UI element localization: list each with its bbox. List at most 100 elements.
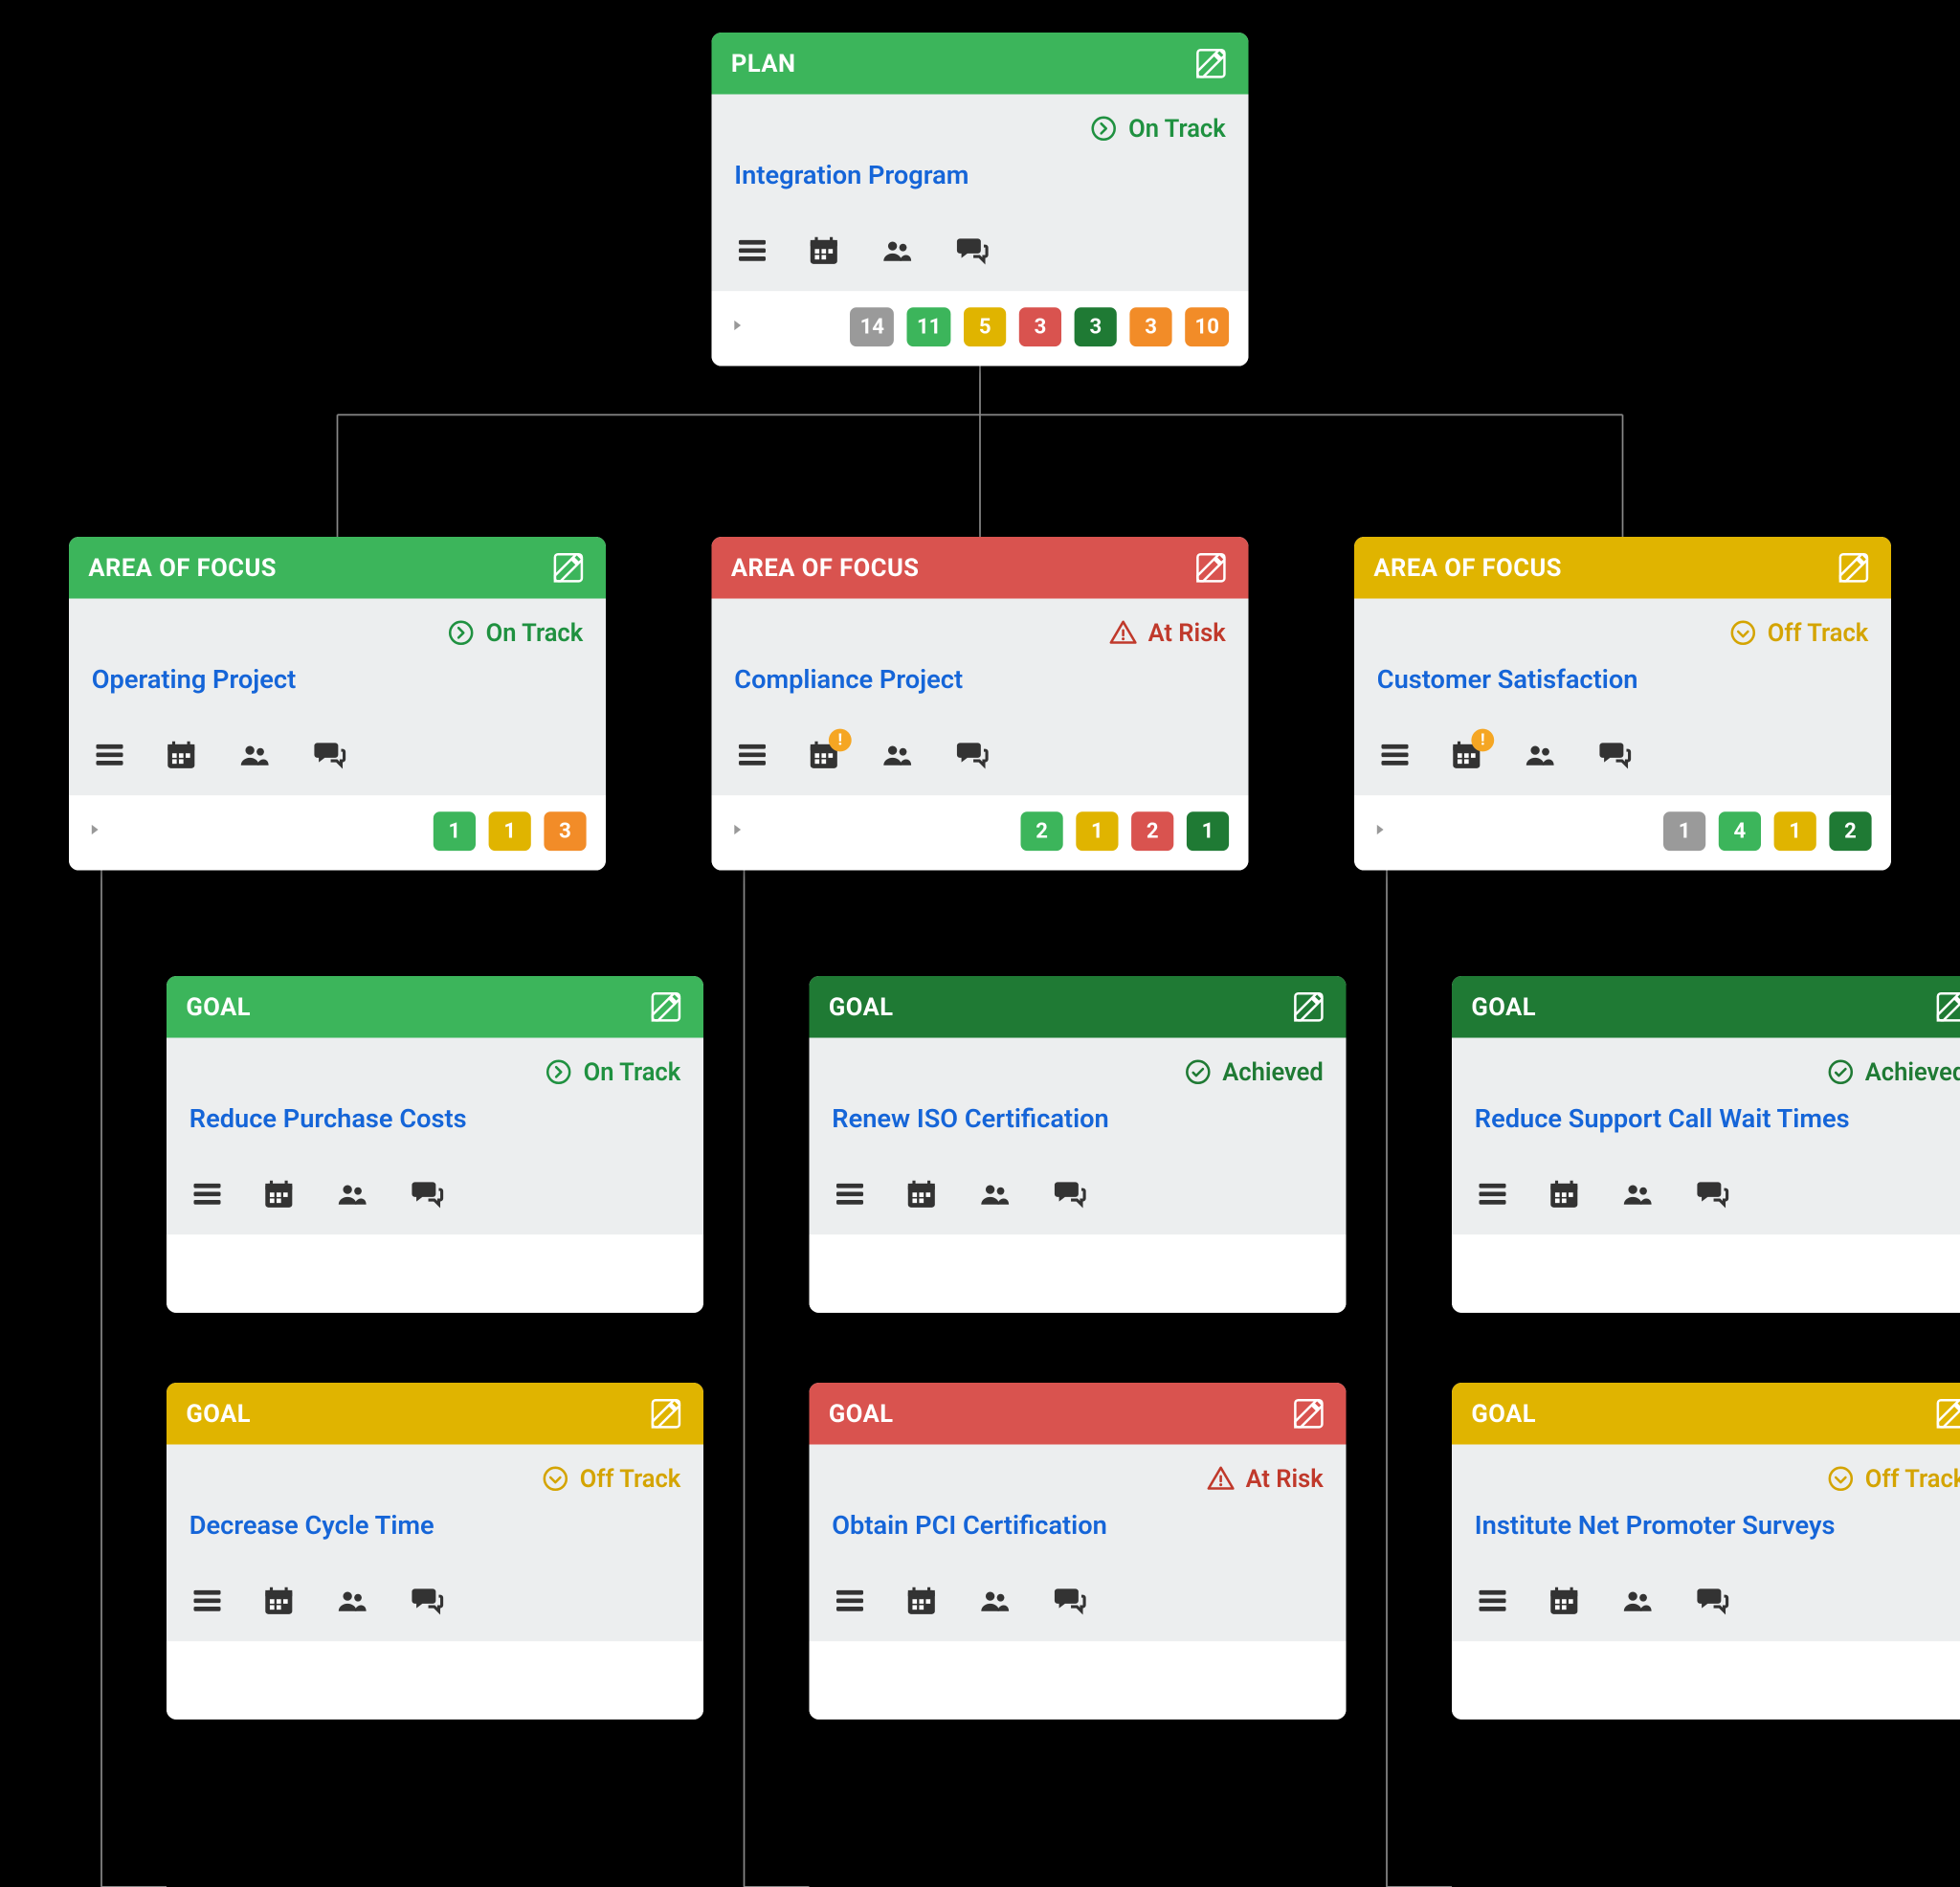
calendar-icon[interactable] bbox=[1547, 1176, 1582, 1211]
edit-icon[interactable] bbox=[648, 1396, 683, 1432]
calendar-icon[interactable] bbox=[806, 233, 841, 268]
edit-icon[interactable] bbox=[1193, 46, 1229, 81]
server-icon[interactable] bbox=[189, 1583, 225, 1618]
goal-card[interactable]: GOAL Achieved Reduce Support Call Wait T… bbox=[1452, 976, 1960, 1313]
count-badge[interactable]: 2 bbox=[1021, 811, 1063, 851]
area-card[interactable]: AREA OF FOCUS At Risk Compliance Project… bbox=[712, 537, 1249, 871]
edit-icon[interactable] bbox=[1933, 989, 1960, 1025]
comments-icon[interactable] bbox=[952, 233, 991, 268]
count-badge[interactable]: 3 bbox=[1075, 307, 1117, 346]
calendar-icon[interactable]: ! bbox=[1449, 737, 1484, 772]
count-badge[interactable]: 2 bbox=[1829, 811, 1871, 851]
group-icon[interactable] bbox=[975, 1176, 1014, 1211]
goal-card[interactable]: GOAL Off Track Institute Net Promoter Su… bbox=[1452, 1383, 1960, 1720]
goal-card[interactable]: GOAL At Risk Obtain PCI Certification bbox=[810, 1383, 1347, 1720]
goal-card[interactable]: GOAL Off Track Decrease Cycle Time bbox=[167, 1383, 703, 1720]
server-icon[interactable] bbox=[734, 233, 769, 268]
card-title[interactable]: Renew ISO Certification bbox=[832, 1103, 1323, 1134]
group-icon[interactable] bbox=[1617, 1583, 1657, 1618]
group-icon[interactable] bbox=[975, 1583, 1014, 1618]
edit-icon[interactable] bbox=[1836, 550, 1871, 586]
card-footer: 113 bbox=[69, 795, 606, 870]
group-icon[interactable] bbox=[1520, 737, 1559, 772]
card-action-icons bbox=[92, 734, 583, 776]
server-icon[interactable] bbox=[832, 1176, 867, 1211]
calendar-icon[interactable]: ! bbox=[806, 737, 841, 772]
count-badge[interactable]: 5 bbox=[964, 307, 1006, 346]
card-title[interactable]: Integration Program bbox=[734, 160, 1225, 190]
edit-icon[interactable] bbox=[1193, 550, 1229, 586]
status-icon bbox=[1109, 618, 1139, 648]
goal-card[interactable]: GOAL Achieved Renew ISO Certification bbox=[810, 976, 1347, 1313]
count-badge[interactable]: 2 bbox=[1131, 811, 1173, 851]
count-badge[interactable]: 1 bbox=[1076, 811, 1118, 851]
comments-icon[interactable] bbox=[952, 737, 991, 772]
card-title[interactable]: Obtain PCI Certification bbox=[832, 1510, 1323, 1541]
server-icon[interactable] bbox=[189, 1176, 225, 1211]
card-header: AREA OF FOCUS bbox=[69, 537, 606, 599]
status-indicator: On Track bbox=[189, 1054, 680, 1097]
server-icon[interactable] bbox=[1475, 1176, 1510, 1211]
count-badge[interactable]: 3 bbox=[1130, 307, 1172, 346]
card-title[interactable]: Customer Satisfaction bbox=[1377, 664, 1868, 695]
area-card[interactable]: AREA OF FOCUS On Track Operating Project… bbox=[69, 537, 606, 871]
server-icon[interactable] bbox=[1377, 737, 1413, 772]
comments-icon[interactable] bbox=[408, 1176, 447, 1211]
edit-icon[interactable] bbox=[1933, 1396, 1960, 1432]
group-icon[interactable] bbox=[878, 233, 917, 268]
status-icon bbox=[1728, 618, 1758, 648]
edit-icon[interactable] bbox=[1291, 989, 1326, 1025]
comments-icon[interactable] bbox=[1693, 1176, 1732, 1211]
comments-icon[interactable] bbox=[1050, 1583, 1089, 1618]
goal-card[interactable]: GOAL On Track Reduce Purchase Costs bbox=[167, 976, 703, 1313]
expand-caret-icon[interactable] bbox=[728, 820, 747, 846]
card-title[interactable]: Reduce Support Call Wait Times bbox=[1475, 1103, 1960, 1134]
count-badge[interactable]: 11 bbox=[907, 307, 951, 346]
comments-icon[interactable] bbox=[1050, 1176, 1089, 1211]
group-icon[interactable] bbox=[332, 1583, 371, 1618]
area-card[interactable]: AREA OF FOCUS Off Track Customer Satisfa… bbox=[1354, 537, 1891, 871]
count-badge[interactable]: 14 bbox=[850, 307, 894, 346]
card-title[interactable]: Institute Net Promoter Surveys bbox=[1475, 1510, 1960, 1541]
expand-caret-icon[interactable] bbox=[1370, 820, 1390, 846]
count-badge[interactable]: 3 bbox=[544, 811, 586, 851]
count-badge[interactable]: 1 bbox=[489, 811, 531, 851]
calendar-icon[interactable] bbox=[1547, 1583, 1582, 1618]
calendar-icon[interactable] bbox=[261, 1176, 297, 1211]
count-badge[interactable]: 3 bbox=[1019, 307, 1061, 346]
server-icon[interactable] bbox=[832, 1583, 867, 1618]
calendar-icon[interactable] bbox=[261, 1583, 297, 1618]
comments-icon[interactable] bbox=[408, 1583, 447, 1618]
comments-icon[interactable] bbox=[1693, 1583, 1732, 1618]
count-badge[interactable]: 10 bbox=[1185, 307, 1229, 346]
group-icon[interactable] bbox=[878, 737, 917, 772]
card-type-label: GOAL bbox=[1471, 992, 1536, 1022]
server-icon[interactable] bbox=[1475, 1583, 1510, 1618]
count-badge[interactable]: 1 bbox=[1663, 811, 1705, 851]
comments-icon[interactable] bbox=[1595, 737, 1635, 772]
expand-caret-icon[interactable] bbox=[85, 820, 104, 846]
edit-icon[interactable] bbox=[1291, 1396, 1326, 1432]
comments-icon[interactable] bbox=[310, 737, 349, 772]
card-title[interactable]: Reduce Purchase Costs bbox=[189, 1103, 680, 1134]
server-icon[interactable] bbox=[734, 737, 769, 772]
count-badge[interactable]: 1 bbox=[1187, 811, 1229, 851]
count-badge[interactable]: 1 bbox=[434, 811, 476, 851]
count-badge[interactable]: 1 bbox=[1774, 811, 1816, 851]
calendar-icon[interactable] bbox=[903, 1583, 939, 1618]
group-icon[interactable] bbox=[234, 737, 274, 772]
card-title[interactable]: Operating Project bbox=[92, 664, 583, 695]
card-title[interactable]: Decrease Cycle Time bbox=[189, 1510, 680, 1541]
edit-icon[interactable] bbox=[550, 550, 586, 586]
group-icon[interactable] bbox=[332, 1176, 371, 1211]
server-icon[interactable] bbox=[92, 737, 127, 772]
expand-caret-icon[interactable] bbox=[728, 316, 747, 342]
count-badge[interactable]: 4 bbox=[1719, 811, 1761, 851]
plan-card[interactable]: PLAN On Track Integration Program 141153… bbox=[712, 33, 1249, 366]
calendar-icon[interactable] bbox=[164, 737, 199, 772]
group-icon[interactable] bbox=[1617, 1176, 1657, 1211]
status-indicator: At Risk bbox=[734, 615, 1225, 657]
card-title[interactable]: Compliance Project bbox=[734, 664, 1225, 695]
calendar-icon[interactable] bbox=[903, 1176, 939, 1211]
edit-icon[interactable] bbox=[648, 989, 683, 1025]
